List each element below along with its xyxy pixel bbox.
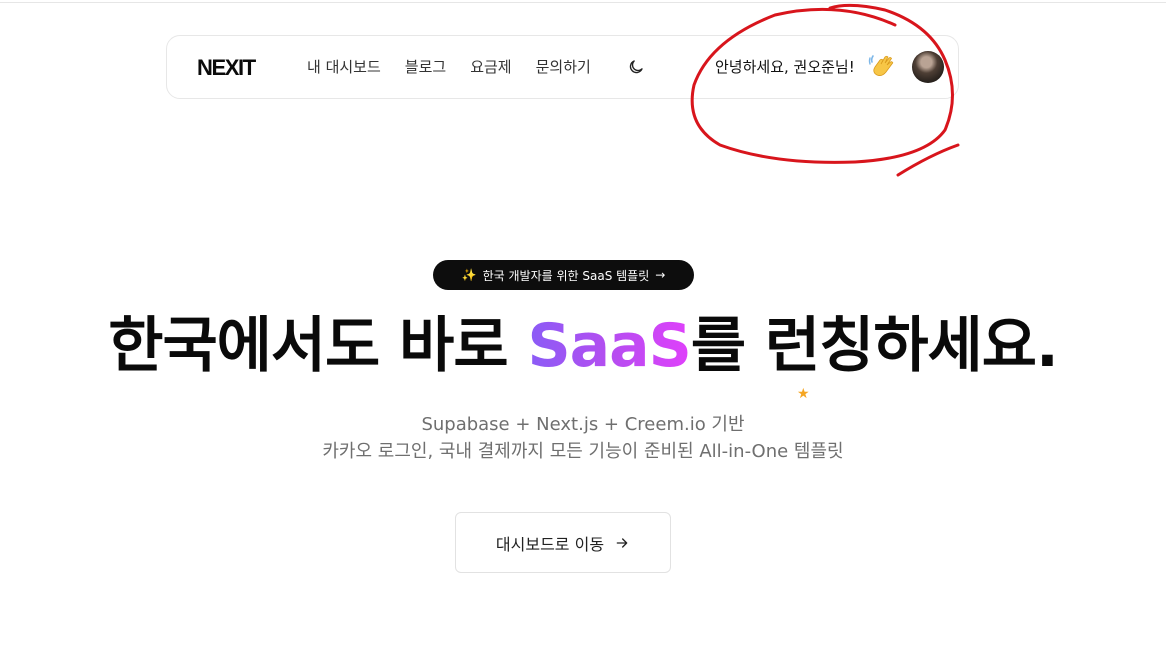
moon-icon[interactable] (627, 58, 645, 76)
top-divider (0, 2, 1166, 3)
nav-link-contact[interactable]: 문의하기 (536, 56, 591, 77)
hero-headline: 한국에서도 바로 SaaS를 런칭 ★ 하세요. (0, 306, 1166, 402)
nav-link-blog[interactable]: 블로그 (405, 56, 446, 77)
badge-text: 한국 개발자를 위한 SaaS 템플릿 (482, 268, 650, 283)
user-avatar[interactable] (912, 51, 944, 83)
greeting-text: 안녕하세요, 권오준님! (715, 58, 855, 76)
sparkles-icon: ✨ (461, 268, 477, 282)
nav-menu: 내 대시보드 블로그 요금제 문의하기 (307, 56, 591, 77)
go-to-dashboard-button[interactable]: 대시보드로 이동 (455, 512, 671, 573)
waving-hand-icon (866, 51, 896, 81)
logo[interactable]: NEXIT (197, 55, 256, 81)
hero-subtitle-line1: Supabase + Next.js + Creem.io 기반 (421, 414, 745, 435)
nav-link-dashboard[interactable]: 내 대시보드 (307, 56, 381, 77)
headline-part3: 하세요. (873, 311, 1058, 381)
nav-link-pricing[interactable]: 요금제 (470, 56, 511, 77)
template-badge[interactable]: ✨ 한국 개발자를 위한 SaaS 템플릿 → (433, 260, 694, 290)
cta-label: 대시보드로 이동 (495, 534, 605, 554)
hero-subtitle-line2: 카카오 로그인, 국내 결제까지 모든 기능이 준비된 All-in-One 템… (322, 441, 844, 462)
headline-part1: 한국에서도 바로 (108, 311, 528, 381)
headline-part2: 를 (690, 311, 765, 381)
page: NEXIT 내 대시보드 블로그 요금제 문의하기 안녕하세요, 권오준님! ✨ (0, 0, 1166, 657)
arrow-right-icon: → (655, 268, 666, 282)
navbar: NEXIT 내 대시보드 블로그 요금제 문의하기 안녕하세요, 권오준님! (166, 35, 959, 99)
headline-launch-text: 런칭 (764, 311, 874, 381)
arrow-right-icon (616, 537, 628, 548)
headline-launch: 런칭 ★ (764, 311, 874, 402)
headline-saas: SaaS (527, 311, 691, 381)
